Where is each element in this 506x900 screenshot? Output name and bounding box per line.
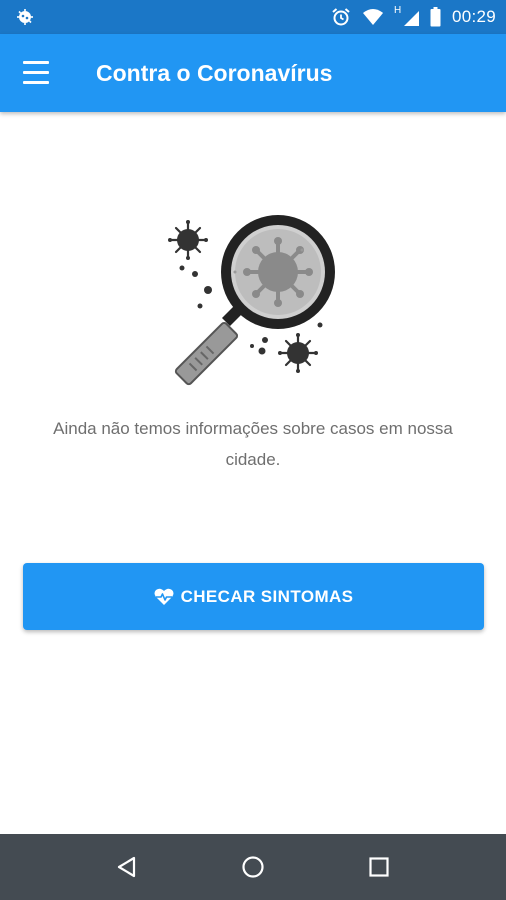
magnifier-virus-illustration	[168, 215, 335, 386]
wifi-icon	[362, 6, 384, 28]
network-type-label: H	[393, 5, 402, 16]
alarm-icon	[330, 6, 352, 28]
check-symptoms-button[interactable]: CHECAR SINTOMAS	[23, 563, 484, 630]
signal-icon: H	[393, 5, 420, 28]
page-title: Contra o Coronavírus	[96, 60, 333, 86]
check-symptoms-label: CHECAR SINTOMAS	[180, 586, 354, 606]
app-notification-icon	[17, 9, 33, 25]
hamburger-menu-icon[interactable]	[20, 58, 54, 88]
app-bar: Contra o Coronavírus	[0, 34, 506, 112]
system-nav-bar	[0, 834, 506, 900]
battery-icon	[430, 6, 442, 28]
status-bar: H 00:29	[0, 0, 506, 34]
home-icon[interactable]	[240, 854, 266, 880]
recents-icon[interactable]	[366, 854, 392, 880]
back-icon[interactable]	[114, 854, 140, 880]
virus-small-icon	[278, 333, 318, 373]
status-time: 00:29	[451, 7, 496, 26]
no-cases-message: Ainda não temos informações sobre casos …	[53, 419, 453, 469]
virus-small-icon	[168, 220, 208, 260]
heart-pulse-icon	[154, 588, 174, 606]
